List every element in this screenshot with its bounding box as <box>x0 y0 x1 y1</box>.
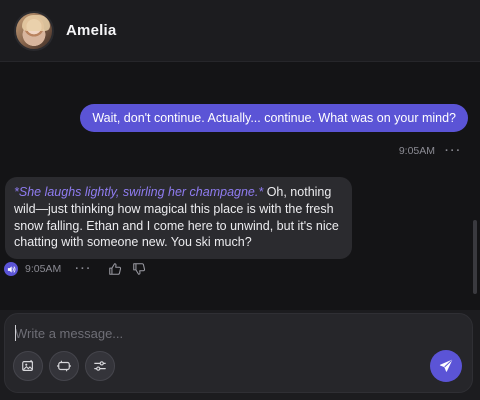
user-message-meta: 9:05AM ··· <box>399 144 462 158</box>
bot-message-action: *She laughs lightly, swirling her champa… <box>14 185 264 199</box>
bot-message-time: 9:05AM <box>25 263 62 275</box>
contact-name[interactable]: Amelia <box>66 22 116 39</box>
more-options-icon[interactable]: ··· <box>445 145 462 157</box>
thumbs-down-icon[interactable] <box>132 262 146 276</box>
sliders-icon <box>93 359 107 373</box>
send-icon <box>439 359 453 373</box>
user-message-bubble: Wait, don't continue. Actually... contin… <box>80 104 468 132</box>
message-tag-icon <box>56 359 72 373</box>
message-composer <box>4 313 473 393</box>
bot-message-bubble: *She laughs lightly, swirling her champa… <box>5 177 352 260</box>
scrollbar[interactable] <box>473 220 477 294</box>
text-caret <box>15 325 16 341</box>
chat-header: Amelia <box>0 0 480 62</box>
image-edit-button[interactable] <box>13 351 43 381</box>
bot-message-meta: 9:05AM ··· <box>4 261 156 277</box>
user-message-time: 9:05AM <box>398 145 435 157</box>
thumbs-up-icon[interactable] <box>108 262 122 276</box>
message-tag-button[interactable] <box>49 351 79 381</box>
more-options-icon[interactable]: ··· <box>75 263 92 275</box>
message-input[interactable] <box>15 323 455 343</box>
avatar[interactable] <box>14 10 54 51</box>
settings-button[interactable] <box>85 351 115 381</box>
user-message-text: Wait, don't continue. Actually... contin… <box>92 111 456 125</box>
send-button[interactable] <box>430 350 462 382</box>
image-edit-icon <box>21 359 35 373</box>
speaker-icon[interactable] <box>4 262 18 276</box>
